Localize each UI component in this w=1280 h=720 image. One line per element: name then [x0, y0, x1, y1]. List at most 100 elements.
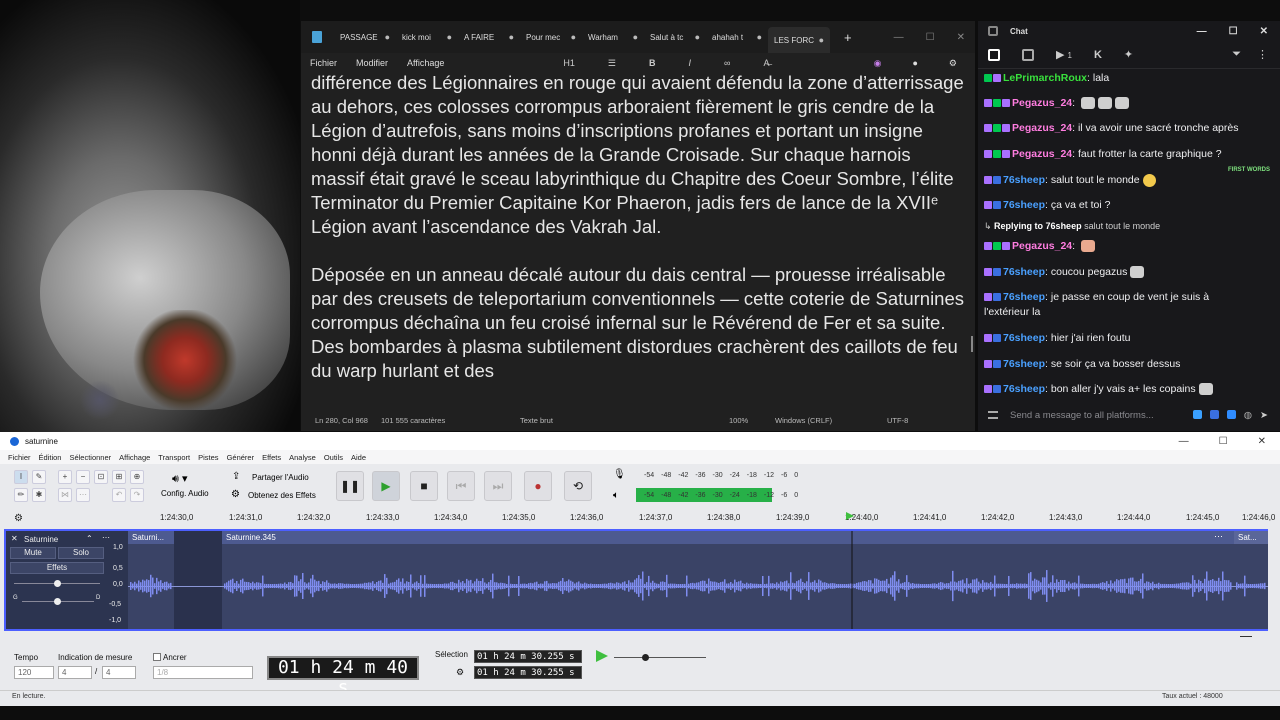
minimize-icon[interactable]: —: [894, 32, 904, 43]
selection-end[interactable]: 01 h 24 m 30.255 s: [474, 666, 582, 679]
kick-icon[interactable]: K: [1094, 49, 1102, 61]
tab-dot-icon[interactable]: ●: [385, 32, 390, 42]
get-effects-button[interactable]: Obtenez des Effets: [248, 491, 316, 500]
undo-icon[interactable]: ↶: [112, 488, 126, 502]
menu-analyse[interactable]: Analyse: [289, 453, 316, 462]
list-icon[interactable]: ☰: [608, 58, 616, 69]
multi-tool-icon[interactable]: ✱: [32, 488, 46, 502]
tab-dot-icon[interactable]: ●: [757, 32, 762, 42]
menu-icon[interactable]: [988, 411, 998, 419]
heading-select[interactable]: H1: [563, 58, 575, 69]
skip-end-button[interactable]: ⏭: [484, 471, 512, 501]
more-icon[interactable]: ⋮: [1257, 48, 1268, 61]
chat-input[interactable]: Send a message to all platforms...: [1010, 410, 1154, 421]
config-audio-button[interactable]: Config. Audio: [161, 489, 209, 498]
scrollbar[interactable]: [971, 336, 973, 352]
username[interactable]: LePrimarchRoux: [1003, 72, 1087, 84]
skip-start-button[interactable]: ⏮: [447, 471, 475, 501]
fit-selection-icon[interactable]: ⊡: [94, 470, 108, 484]
tab-ahahah[interactable]: ahahah t ●: [706, 32, 768, 42]
record-meter[interactable]: -54 -48 -42 -36 -30 -24 -18 -12 -6 0: [644, 469, 798, 481]
play-button[interactable]: ▶: [372, 471, 400, 501]
track-collapse-icon[interactable]: ⌃: [86, 534, 93, 543]
menu-affichage[interactable]: Affichage: [119, 453, 150, 462]
username[interactable]: 76sheep: [1003, 358, 1045, 370]
minimize-icon[interactable]: —: [1179, 436, 1189, 447]
playback-meter[interactable]: -54 -48 -42 -36 -30 -24 -18 -12 -6 0: [644, 489, 798, 501]
close-icon[interactable]: ✕: [957, 32, 965, 43]
share-audio-button[interactable]: Partager l'Audio: [252, 473, 309, 482]
speaker-icon[interactable]: 🔊︎ ▾: [172, 472, 188, 486]
zoom-out-icon[interactable]: −: [76, 470, 90, 484]
tab-warham[interactable]: Warham ●: [582, 32, 644, 42]
menu-edition[interactable]: Édition: [39, 453, 62, 462]
tab-dot-icon[interactable]: ●: [571, 32, 576, 42]
tab-passage[interactable]: PASSAGE ●: [334, 32, 396, 42]
pause-button[interactable]: ❚❚: [336, 471, 364, 501]
username[interactable]: Pegazus_24: [1012, 97, 1072, 109]
copilot-icon[interactable]: ◉: [874, 58, 882, 69]
play-at-speed-icon[interactable]: [596, 650, 608, 662]
gain-slider-handle[interactable]: [54, 580, 61, 587]
resize-handle[interactable]: [1240, 636, 1252, 637]
menu-aide[interactable]: Aide: [351, 453, 366, 462]
snap-select[interactable]: 1/8: [153, 666, 253, 679]
menu-affichage[interactable]: Affichage: [407, 58, 444, 68]
link-icon[interactable]: ∞: [724, 58, 730, 69]
settings-icon[interactable]: ⚙: [949, 58, 957, 69]
time-sig-numerator[interactable]: 4: [58, 666, 92, 679]
play-speed-slider[interactable]: [614, 657, 706, 658]
tempo-field[interactable]: 120: [14, 666, 54, 679]
selection-tool-icon[interactable]: I: [14, 470, 28, 484]
globe-icon[interactable]: ◍: [1244, 410, 1252, 421]
menu-selectionner[interactable]: Sélectionner: [69, 453, 111, 462]
username[interactable]: 76sheep: [1003, 291, 1045, 303]
selection-settings-icon[interactable]: ⚙: [456, 667, 464, 678]
silence-icon[interactable]: ⋯: [76, 488, 90, 502]
username[interactable]: 76sheep: [1003, 383, 1045, 395]
draw-tool-icon[interactable]: ✏: [14, 488, 28, 502]
track-menu-icon[interactable]: ⋯: [102, 533, 110, 542]
tab-pour-mec[interactable]: Pour mec ●: [520, 32, 582, 42]
filter-icon[interactable]: ⏷: [1232, 48, 1241, 61]
twitch-toggle-icon[interactable]: [1192, 409, 1202, 419]
menu-transport[interactable]: Transport: [158, 453, 190, 462]
youtube-toggle-icon[interactable]: [1209, 409, 1219, 419]
time-sig-denominator[interactable]: 4: [102, 666, 136, 679]
selection-start[interactable]: 01 h 24 m 30.255 s: [474, 650, 582, 663]
menu-effets[interactable]: Effets: [262, 453, 281, 462]
username[interactable]: 76sheep: [1003, 266, 1045, 278]
tab-dot-icon[interactable]: ●: [819, 35, 824, 45]
play-speed-handle[interactable]: [642, 654, 649, 661]
close-icon[interactable]: ✕: [1260, 26, 1268, 37]
youtube-icon[interactable]: ▶ 1: [1056, 48, 1072, 61]
timeline-settings-icon[interactable]: ⚙: [14, 513, 23, 524]
pan-slider-handle[interactable]: [54, 598, 61, 605]
username[interactable]: 76sheep: [1003, 174, 1045, 186]
clear-format-icon[interactable]: A̶: [763, 58, 769, 69]
menu-generer[interactable]: Générer: [227, 453, 255, 462]
redo-icon[interactable]: ↷: [130, 488, 144, 502]
sparkle-icon[interactable]: ✦: [1124, 48, 1133, 61]
record-button[interactable]: ●: [524, 471, 552, 501]
playback-speaker-icon[interactable]: 🔈︎: [613, 490, 619, 501]
timeline-ruler[interactable]: ⚙ 1:24:30,0 1:24:31,0 1:24:32,0 1:24:33,…: [0, 508, 1280, 528]
username[interactable]: Pegazus_24: [1012, 148, 1072, 160]
mute-button[interactable]: Mute: [10, 547, 56, 559]
maximize-icon[interactable]: ☐: [926, 32, 935, 43]
trim-icon[interactable]: ⋈: [58, 488, 72, 502]
tab-kick-moi[interactable]: kick moi ●: [396, 32, 458, 42]
username[interactable]: Pegazus_24: [1012, 240, 1072, 252]
chat-tab-icon[interactable]: [988, 48, 1000, 61]
snap-checkbox[interactable]: [153, 653, 161, 661]
tab-salut[interactable]: Salut à tc ●: [644, 32, 706, 42]
close-icon[interactable]: ✕: [1258, 436, 1266, 447]
maximize-icon[interactable]: ☐: [1219, 436, 1228, 447]
envelope-tool-icon[interactable]: ✎: [32, 470, 46, 484]
kick-toggle-icon[interactable]: [1226, 409, 1236, 419]
effects-icon[interactable]: ⚙: [231, 489, 240, 500]
send-icon[interactable]: ➤: [1260, 410, 1268, 421]
maximize-icon[interactable]: ☐: [1229, 26, 1238, 37]
zoom-in-icon[interactable]: +: [58, 470, 72, 484]
menu-outils[interactable]: Outils: [324, 453, 343, 462]
